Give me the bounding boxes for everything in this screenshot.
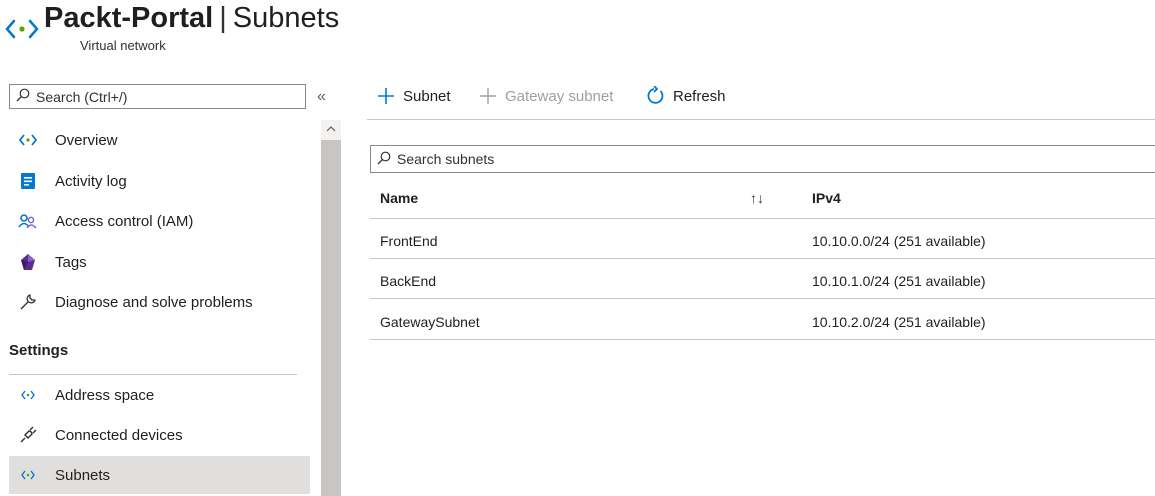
column-header-name[interactable]: Name — [380, 190, 418, 206]
sidebar-item-address-space[interactable]: Address space — [9, 376, 310, 414]
plug-icon — [17, 426, 39, 444]
sidebar-item-label: Diagnose and solve problems — [55, 293, 253, 311]
sidebar-item-connected-devices[interactable]: Connected devices — [9, 416, 310, 454]
search-icon — [16, 88, 30, 105]
scroll-up-arrow-icon[interactable] — [321, 120, 341, 138]
iam-icon — [17, 212, 39, 230]
section-divider — [9, 374, 297, 375]
sidebar-item-label: Tags — [55, 253, 87, 271]
row-divider — [370, 339, 1155, 340]
blade-title: Subnets — [232, 2, 340, 34]
search-icon — [377, 151, 391, 168]
vnet-header-icon — [4, 14, 40, 44]
plus-icon — [377, 87, 395, 105]
sidebar-item-label: Activity log — [55, 172, 127, 190]
search-subnets-placeholder: Search subnets — [397, 151, 495, 167]
settings-section-header: Settings — [9, 342, 69, 359]
sidebar-item-diagnose[interactable]: Diagnose and solve problems — [9, 283, 310, 321]
refresh-button[interactable]: Refresh — [645, 82, 726, 110]
sidebar-item-iam[interactable]: Access control (IAM) — [9, 202, 310, 240]
menu-search-placeholder: Search (Ctrl+/) — [36, 88, 128, 105]
subnet-name-cell[interactable]: GatewaySubnet — [380, 314, 480, 330]
vnet-icon — [17, 131, 39, 149]
sidebar-item-label: Connected devices — [55, 426, 183, 444]
address-space-icon — [17, 386, 39, 404]
sidebar-item-label: Address space — [55, 386, 155, 404]
header-divider — [370, 218, 1155, 219]
activity-log-icon — [17, 172, 39, 190]
refresh-label: Refresh — [673, 87, 726, 105]
page-title: Packt-Portal | Subnets — [44, 0, 339, 36]
menu-scrollbar-thumb[interactable] — [321, 140, 341, 496]
add-gateway-subnet-label: Gateway subnet — [505, 87, 614, 105]
add-subnet-button[interactable]: Subnet — [377, 82, 451, 110]
add-gateway-subnet-button[interactable]: Gateway subnet — [479, 82, 613, 110]
collapse-menu-button[interactable]: « — [317, 88, 326, 106]
sidebar-item-activity-log[interactable]: Activity log — [9, 162, 310, 200]
toolbar-divider — [367, 119, 1155, 120]
row-divider — [370, 258, 1155, 259]
sidebar-item-label: Subnets — [55, 466, 111, 484]
sidebar-item-label: Overview — [55, 131, 118, 149]
sidebar-item-subnets[interactable]: Subnets — [9, 456, 310, 494]
search-subnets-input[interactable]: Search subnets — [370, 145, 1155, 173]
subnet-ipv4-cell: 10.10.0.0/24 (251 available) — [812, 233, 986, 249]
subnet-ipv4-cell: 10.10.1.0/24 (251 available) — [812, 273, 986, 289]
subnet-ipv4-cell: 10.10.2.0/24 (251 available) — [812, 314, 986, 330]
tag-icon — [17, 253, 39, 271]
plus-icon — [479, 87, 497, 105]
refresh-icon — [645, 86, 665, 106]
add-subnet-label: Subnet — [403, 87, 451, 105]
sidebar-item-overview[interactable]: Overview — [9, 121, 310, 159]
resource-type: Virtual network — [80, 38, 166, 53]
sort-arrows-icon[interactable]: ↑↓ — [750, 190, 764, 206]
sidebar-item-tags[interactable]: Tags — [9, 243, 310, 281]
wrench-icon — [17, 293, 39, 311]
title-separator: | — [219, 2, 227, 34]
sidebar-item-label: Access control (IAM) — [55, 212, 194, 230]
subnet-name-cell[interactable]: FrontEnd — [380, 233, 438, 249]
menu-search-input[interactable]: Search (Ctrl+/) — [9, 84, 306, 109]
resource-name: Packt-Portal — [44, 2, 214, 34]
row-divider — [370, 298, 1155, 299]
subnet-icon — [17, 466, 39, 484]
column-header-ipv4[interactable]: IPv4 — [812, 190, 841, 206]
subnet-name-cell[interactable]: BackEnd — [380, 273, 436, 289]
